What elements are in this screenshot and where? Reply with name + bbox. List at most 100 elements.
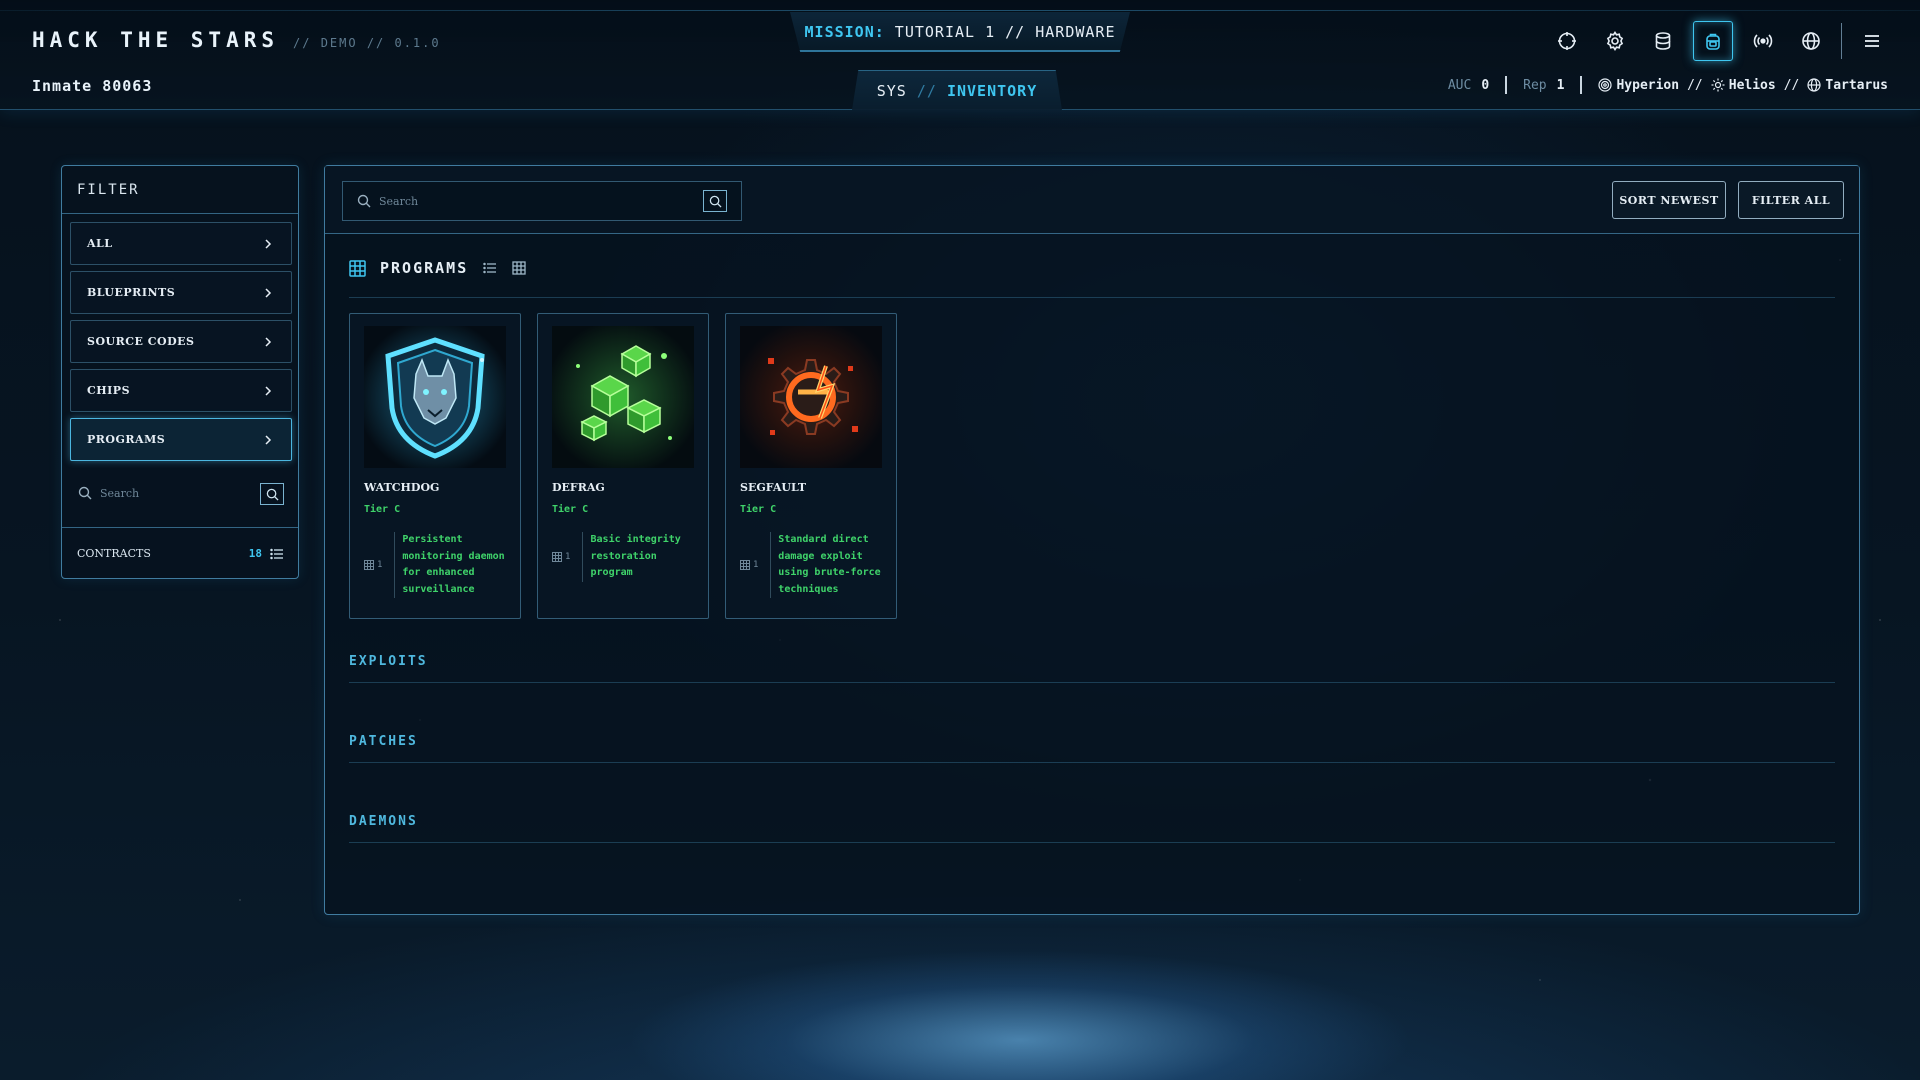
card-quantity: 1: [552, 532, 582, 582]
section-divider: [349, 297, 1835, 298]
filter-item-label: PROGRAMS: [87, 433, 166, 446]
chevron-right-icon: [265, 336, 272, 347]
sys-separator: //: [916, 82, 937, 100]
filter-item-label: CHIPS: [87, 384, 131, 397]
program-card-watchdog[interactable]: WATCHDOG Tier C 1 Persistent monitoring …: [349, 313, 521, 619]
inventory-label: INVENTORY: [946, 82, 1038, 100]
section-divider: [349, 762, 1835, 763]
menu-icon[interactable]: [1854, 23, 1890, 59]
card-quantity: 1: [364, 532, 394, 598]
section-exploits[interactable]: EXPLOITS: [349, 654, 428, 669]
inmate-id: Inmate 80063: [32, 77, 153, 95]
filter-item-source-codes[interactable]: SOURCE CODES: [70, 320, 292, 363]
sys-inventory-tab[interactable]: SYS // INVENTORY: [852, 70, 1062, 110]
card-description: Persistent monitoring daemon for enhance…: [402, 534, 505, 595]
grid-icon: [364, 560, 374, 570]
mission-value: TUTORIAL 1 // HARDWARE: [894, 23, 1116, 41]
card-title: SEGFAULT: [740, 481, 807, 494]
section-daemons[interactable]: DAEMONS: [349, 814, 418, 829]
planet-separator: //: [1687, 77, 1703, 93]
filter-item-label: BLUEPRINTS: [87, 286, 176, 299]
planet-tartarus[interactable]: Tartarus: [1807, 78, 1888, 93]
filter-item-chips[interactable]: CHIPS: [70, 369, 292, 412]
programs-header: PROGRAMS: [349, 259, 526, 277]
card-qty-value: 1: [753, 560, 759, 570]
status-divider: [1580, 76, 1583, 94]
grid-view-icon[interactable]: [512, 261, 526, 275]
list-view-icon[interactable]: [483, 261, 497, 275]
rep-value: 1: [1556, 77, 1565, 93]
chevron-right-icon: [265, 434, 272, 445]
chevron-right-icon: [265, 238, 272, 249]
filter-all-button[interactable]: FILTER ALL: [1738, 181, 1844, 219]
filter-search-button[interactable]: [260, 483, 284, 505]
planet-separator: //: [1783, 77, 1800, 93]
watchdog-shield-icon: [364, 326, 506, 468]
grid-icon: [552, 551, 562, 562]
inventory-panel: Search SORT NEWEST FILTER ALL PROGRAMS W…: [324, 165, 1860, 915]
program-card-segfault[interactable]: SEGFAULT Tier C 1 Standard direct damage…: [725, 313, 897, 619]
auc-label: AUC: [1447, 77, 1472, 93]
filter-item-label: SOURCE CODES: [87, 335, 195, 348]
top-icon-bar: [1537, 21, 1890, 61]
filter-item-programs[interactable]: PROGRAMS: [70, 418, 292, 461]
chevron-right-icon: [265, 287, 272, 298]
card-tier: Tier C: [552, 504, 589, 515]
card-details: 1 Basic integrity restoration program: [552, 532, 698, 582]
filter-search-field[interactable]: Search: [70, 473, 292, 513]
grid-icon: [740, 560, 750, 570]
inventory-search-button[interactable]: [703, 190, 727, 212]
mission-key: MISSION:: [804, 23, 885, 41]
contracts-row[interactable]: CONTRACTS 18: [62, 527, 298, 579]
segfault-gear-icon: [740, 326, 882, 468]
inventory-toolbar: Search SORT NEWEST FILTER ALL: [325, 166, 1859, 234]
crosshair-icon[interactable]: [1549, 23, 1585, 59]
globe-icon: [1807, 78, 1821, 92]
card-qty-value: 1: [377, 560, 383, 570]
card-quantity: 1: [740, 532, 770, 598]
filter-item-label: ALL: [87, 237, 113, 250]
version-label: // DEMO // 0.1.0: [293, 36, 441, 50]
card-title: WATCHDOG: [364, 481, 440, 494]
gear-icon[interactable]: [1597, 23, 1633, 59]
section-patches[interactable]: PATCHES: [349, 734, 418, 749]
search-icon: [78, 486, 92, 500]
grid-icon: [349, 259, 366, 277]
section-divider: [349, 682, 1835, 683]
filter-search-placeholder: Search: [100, 486, 140, 500]
planet-hyperion[interactable]: Hyperion: [1598, 78, 1679, 93]
broadcast-icon[interactable]: [1745, 23, 1781, 59]
inventory-search-placeholder: Search: [379, 194, 419, 208]
card-divider: [582, 532, 583, 582]
database-icon[interactable]: [1645, 23, 1681, 59]
card-title: DEFRAG: [552, 481, 605, 494]
card-tier: Tier C: [364, 504, 401, 515]
card-qty-value: 1: [565, 551, 571, 562]
planet-helios[interactable]: Helios: [1711, 78, 1776, 93]
brand: HACK THE STARS // DEMO // 0.1.0: [32, 28, 441, 52]
contracts-label: CONTRACTS: [77, 547, 151, 560]
mission-tab[interactable]: MISSION: TUTORIAL 1 // HARDWARE: [790, 12, 1130, 52]
chevron-right-icon: [265, 385, 272, 396]
programs-title: PROGRAMS: [380, 259, 469, 277]
auc-value: 0: [1481, 77, 1490, 93]
search-icon: [357, 194, 371, 208]
planet-label: Hyperion: [1616, 77, 1680, 93]
card-tier: Tier C: [740, 504, 777, 515]
filter-title: FILTER: [62, 166, 298, 214]
rep-label: Rep: [1523, 77, 1547, 93]
filter-item-all[interactable]: ALL: [70, 222, 292, 265]
filter-item-blueprints[interactable]: BLUEPRINTS: [70, 271, 292, 314]
card-details: 1 Standard direct damage exploit using b…: [740, 532, 886, 598]
card-description: Basic integrity restoration program: [590, 534, 681, 578]
backpack-icon[interactable]: [1693, 21, 1733, 61]
sort-newest-button[interactable]: SORT NEWEST: [1612, 181, 1726, 219]
section-divider: [349, 842, 1835, 843]
inventory-search-field[interactable]: Search: [342, 181, 742, 221]
program-card-defrag[interactable]: DEFRAG Tier C 1 Basic integrity restorat…: [537, 313, 709, 619]
globe-icon[interactable]: [1793, 23, 1829, 59]
search-icon: [266, 488, 279, 501]
card-description: Standard direct damage exploit using bru…: [778, 534, 881, 595]
top-bar: HACK THE STARS // DEMO // 0.1.0 Inmate 80…: [0, 0, 1920, 110]
search-icon: [709, 195, 722, 208]
